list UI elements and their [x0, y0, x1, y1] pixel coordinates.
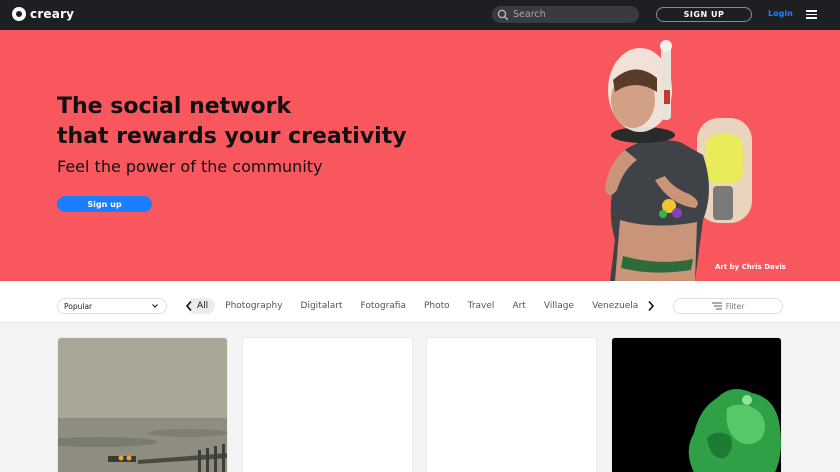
- category-scroller: All Photography Digitalart Fotografia Photo T…: [181, 296, 657, 316]
- login-link[interactable]: Login: [768, 9, 793, 18]
- search-input[interactable]: [513, 9, 633, 20]
- search-box[interactable]: [492, 6, 639, 23]
- logo-text: creary: [30, 7, 75, 21]
- category-tab-fotografia[interactable]: Fotografia: [360, 301, 406, 311]
- hero-title-line-1: The social network: [57, 94, 292, 119]
- filter-bar: Popular All Photography Digitalart Fotograf…: [0, 281, 840, 323]
- hero-title-line-2: that rewards your creativity: [57, 124, 407, 149]
- hamburger-menu-icon[interactable]: [806, 10, 817, 19]
- filter-label: Filter: [725, 301, 745, 311]
- hero-artwork-image[interactable]: [585, 30, 785, 281]
- post-card[interactable]: [611, 337, 782, 472]
- category-tab-travel[interactable]: Travel: [468, 301, 495, 311]
- hero-banner: The social network that rewards your cre…: [0, 30, 840, 281]
- category-tab-art[interactable]: Art: [512, 301, 525, 311]
- category-tab-photography[interactable]: Photography: [225, 301, 282, 311]
- chevron-down-icon: [152, 304, 158, 308]
- post-image-green-sculpture: [612, 338, 781, 472]
- category-tab-photo[interactable]: Photo: [424, 301, 450, 311]
- chevron-right-icon[interactable]: [647, 300, 655, 312]
- hero-signup-button[interactable]: Sign up: [57, 196, 152, 212]
- logo[interactable]: creary: [12, 7, 74, 21]
- filter-icon: [711, 302, 722, 310]
- post-card[interactable]: [57, 337, 228, 472]
- art-credit[interactable]: Art by Chris Davis: [715, 263, 786, 271]
- hero-subtitle: Feel the power of the community: [57, 157, 323, 176]
- search-icon: [497, 9, 509, 20]
- category-tab-venezuela[interactable]: Venezuela: [592, 301, 638, 311]
- category-tab-digitalart[interactable]: Digitalart: [301, 301, 343, 311]
- post-image-foggy-lake: [58, 338, 227, 472]
- sort-selected-value: Popular: [64, 301, 93, 311]
- hero-title: The social network that rewards your cre…: [57, 92, 407, 152]
- creary-logo-icon: [12, 7, 26, 21]
- category-tab-village[interactable]: Village: [544, 301, 574, 311]
- filter-button[interactable]: Filter: [673, 298, 783, 314]
- chevron-left-icon[interactable]: [185, 300, 193, 312]
- sort-dropdown[interactable]: Popular: [57, 298, 167, 314]
- signup-button-top[interactable]: SIGN UP: [656, 7, 752, 22]
- top-navbar: creary SIGN UP Login: [0, 0, 840, 30]
- post-card[interactable]: [242, 337, 413, 472]
- category-list: All Photography Digitalart Fotografia Photo T…: [181, 296, 657, 316]
- post-card[interactable]: [426, 337, 597, 472]
